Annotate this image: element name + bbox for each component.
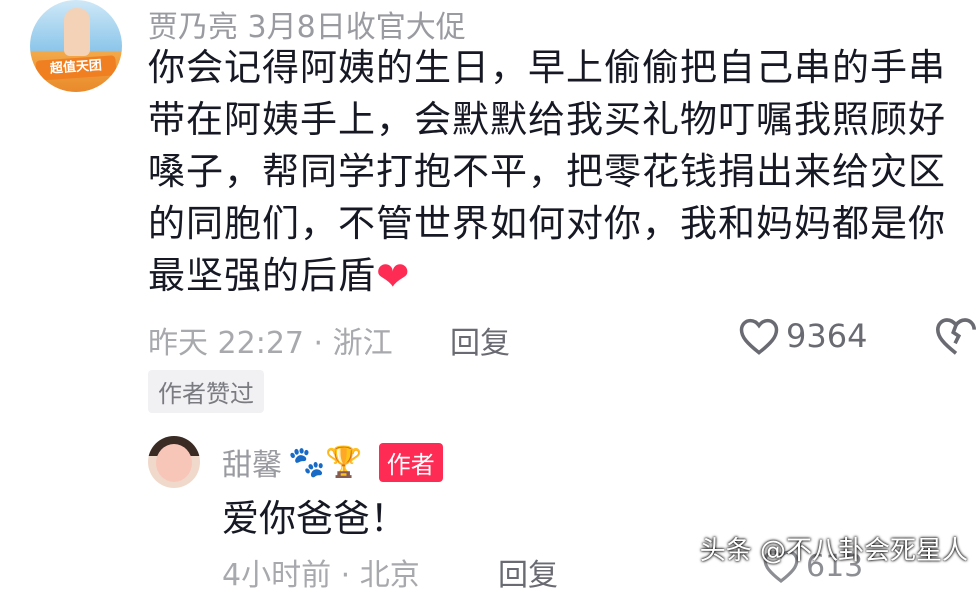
comment-time-location: 昨天 22:27 · 浙江 bbox=[148, 326, 393, 361]
author-emoji-icons: 🐾🏆 bbox=[288, 444, 363, 480]
reply-author-row: 甜馨 🐾🏆 作者 bbox=[222, 440, 443, 484]
avatar-banner-text: 超值天团 bbox=[35, 55, 117, 81]
watermark: 头条 @不八卦会死星人 bbox=[699, 536, 968, 566]
reply-button[interactable]: 回复 bbox=[450, 318, 510, 362]
comment-author[interactable]: 贾乃亮 3月8日收官大促 bbox=[148, 2, 466, 46]
reply-body: 爱你爸爸！ bbox=[222, 497, 407, 540]
broken-heart-icon[interactable] bbox=[934, 316, 976, 364]
commenter-avatar[interactable]: 超值天团 bbox=[30, 0, 122, 92]
comment-body: 你会记得阿姨的生日，早上偷偷把自己串的手串带在阿姨手上，会默默给我买礼物叮嘱我照… bbox=[148, 42, 958, 303]
author-liked-tag: 作者赞过 bbox=[148, 370, 264, 413]
like-button[interactable]: 9364 bbox=[738, 312, 867, 360]
like-count: 9364 bbox=[786, 317, 868, 355]
reply-avatar[interactable] bbox=[148, 436, 200, 488]
reply-author[interactable]: 甜馨 bbox=[222, 440, 282, 484]
comment-body-text: 你会记得阿姨的生日，早上偷偷把自己串的手串带在阿姨手上，会默默给我买礼物叮嘱我照… bbox=[148, 46, 946, 297]
reply-time-location: 4小时前 · 北京 bbox=[222, 558, 420, 593]
avatar-person bbox=[64, 8, 90, 56]
heart-emoji-icon: ❤ bbox=[376, 254, 411, 300]
comment-meta-row: 昨天 22:27 · 浙江 回复 9364 bbox=[148, 312, 976, 362]
author-badge: 作者 bbox=[378, 442, 443, 482]
avatar-face bbox=[156, 444, 192, 482]
heart-outline-icon bbox=[739, 318, 779, 355]
reply-reply-button[interactable]: 回复 bbox=[498, 550, 558, 594]
